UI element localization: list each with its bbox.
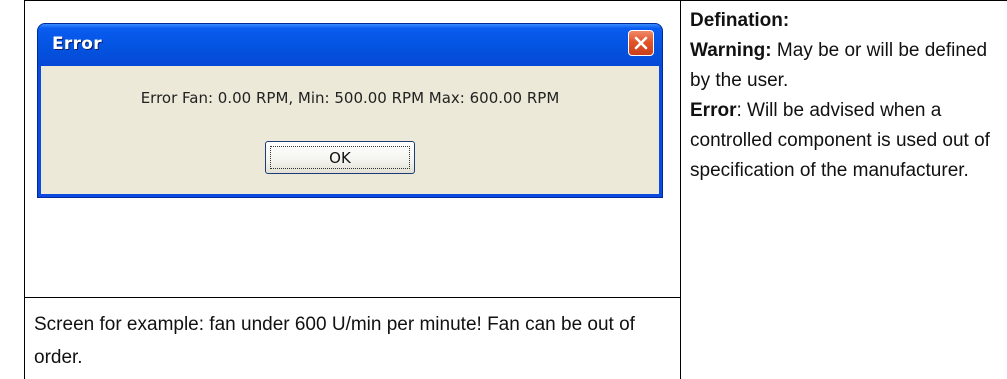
warning-definition: Warning: May be or will be defined by th… — [690, 36, 995, 96]
dialog-titlebar[interactable]: Error — [38, 24, 662, 66]
table-border-top — [24, 0, 1007, 1]
close-button[interactable] — [628, 30, 654, 56]
table-column-divider — [680, 0, 681, 379]
dialog-title: Error — [52, 34, 102, 54]
error-message: Error Fan: 0.00 RPM, Min: 500.00 RPM Max… — [140, 89, 560, 107]
definition-heading: Defination: — [690, 10, 790, 31]
definition-cell: Defination: Warning: May be or will be d… — [690, 6, 995, 186]
screen-caption: Screen for example: fan under 600 U/min … — [34, 314, 635, 368]
error-dialog: Error Error Fan: 0.00 RPM, Min: 500.00 R… — [37, 23, 663, 198]
warning-label: Warning: — [690, 40, 772, 61]
dialog-body: Error Fan: 0.00 RPM, Min: 500.00 RPM Max… — [41, 66, 659, 194]
ok-button-label: OK — [329, 148, 351, 167]
close-icon — [634, 36, 648, 50]
error-definition: Error: Will be advised when a controlled… — [690, 96, 995, 186]
error-label: Error — [690, 100, 737, 121]
table-border-left — [24, 0, 25, 379]
ok-button[interactable]: OK — [265, 141, 415, 174]
table-row-divider — [24, 297, 681, 298]
